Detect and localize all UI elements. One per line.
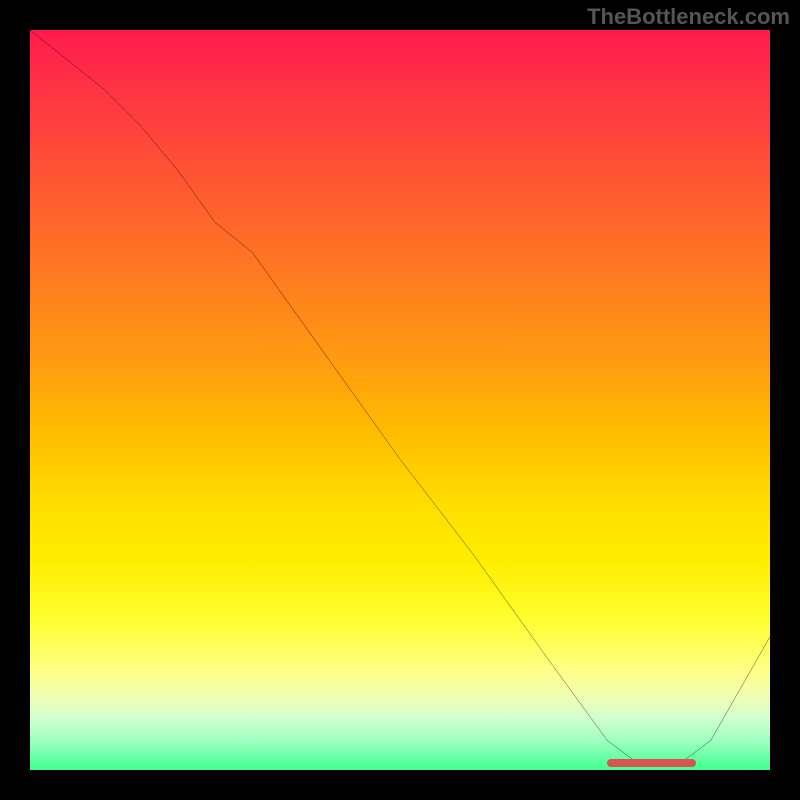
- curve-svg: [30, 30, 770, 770]
- plot-area: [30, 30, 770, 770]
- flat-region-marker: [607, 759, 696, 767]
- curve-path: [30, 30, 770, 763]
- watermark-text: TheBottleneck.com: [587, 4, 790, 30]
